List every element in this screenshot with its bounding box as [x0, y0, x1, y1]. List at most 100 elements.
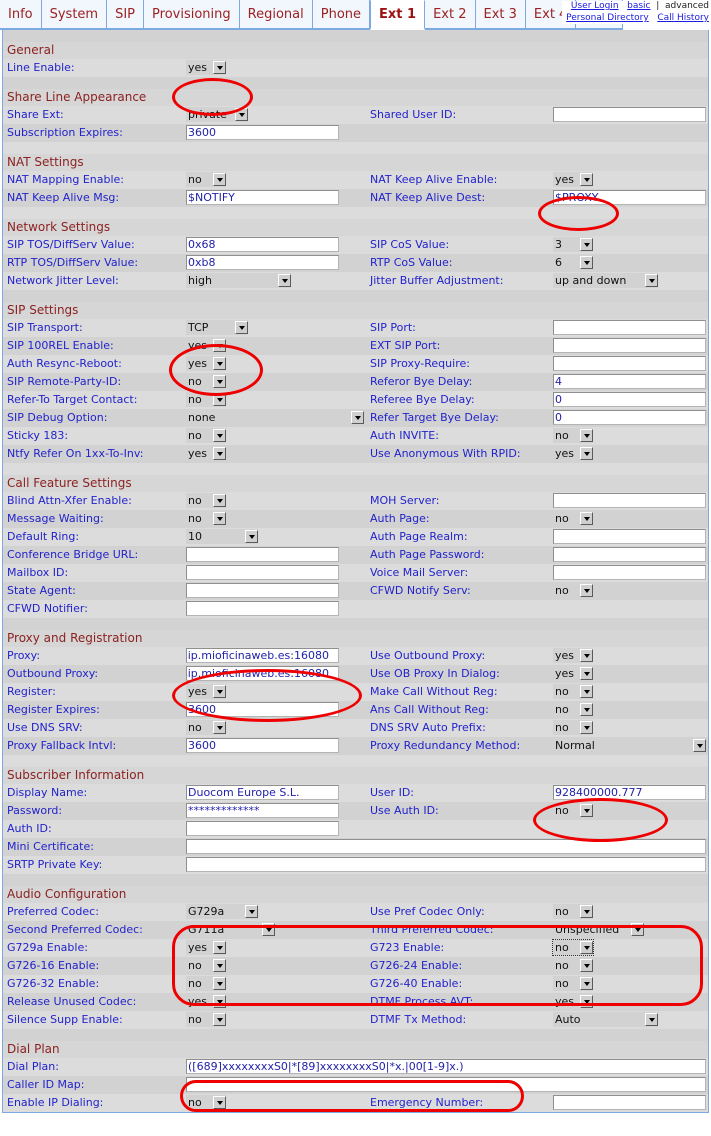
advanced-mode-label[interactable]: advanced	[665, 1, 709, 11]
select-preferred-codec[interactable]: G729a	[186, 904, 258, 919]
call-history-link[interactable]: Call History	[657, 13, 709, 23]
select-nat-keep-alive-enable[interactable]: yes	[553, 172, 593, 187]
select-message-waiting[interactable]: no	[186, 511, 226, 526]
input-conference-bridge-url[interactable]	[186, 547, 339, 562]
select-network-jitter-level[interactable]: high	[186, 273, 291, 288]
select-use-dns-srv[interactable]: no	[186, 720, 226, 735]
select-g726-16-enable[interactable]: no	[186, 958, 226, 973]
tab-sip[interactable]: SIP	[107, 0, 144, 30]
select-share-ext[interactable]: private	[186, 107, 248, 122]
input-proxy[interactable]: sip.mioficinaweb.es:16080	[186, 648, 339, 663]
select-g729a-enable[interactable]: yes	[186, 940, 226, 955]
select-g726-24-enable[interactable]: no	[553, 958, 593, 973]
select-release-unused-codec[interactable]: yes	[186, 994, 226, 1009]
select-third-preferred-codec[interactable]: Unspecified	[553, 922, 644, 937]
select-dtmf-process-avt[interactable]: yes	[553, 994, 593, 1009]
tab-regional[interactable]: Regional	[240, 0, 313, 30]
input-emergency-number[interactable]	[553, 1095, 706, 1110]
tab-ext-2[interactable]: Ext 2	[425, 0, 475, 30]
select-sip-transport[interactable]: TCP	[186, 320, 248, 335]
input-refer-target-bye-delay[interactable]: 0	[553, 410, 706, 425]
input-dial-plan[interactable]: ([689]xxxxxxxxS0|*[89]xxxxxxxxS0|*x.|00[…	[186, 1059, 706, 1074]
select-auth-page[interactable]: no	[553, 511, 593, 526]
input-state-agent[interactable]	[186, 583, 339, 598]
input-sip-port[interactable]	[553, 320, 706, 335]
input-voice-mail-server[interactable]	[553, 565, 706, 580]
select-sticky-183[interactable]: no	[186, 428, 226, 443]
input-auth-page-password[interactable]	[553, 547, 706, 562]
input-subscription-expires[interactable]: 3600	[186, 125, 339, 140]
input-caller-id-map[interactable]	[186, 1077, 706, 1092]
select-g726-32-enable[interactable]: no	[186, 976, 226, 991]
select-sip-debug-option[interactable]: none	[186, 410, 364, 425]
select-enable-ip-dialing[interactable]: no	[186, 1095, 226, 1110]
input-referee-bye-delay[interactable]: 0	[553, 392, 706, 407]
input-referor-bye-delay[interactable]: 4	[553, 374, 706, 389]
select-auth-invite[interactable]: no	[553, 428, 593, 443]
input-register-expires[interactable]: 3600	[186, 702, 339, 717]
select-dtmf-tx-method[interactable]: Auto	[553, 1012, 658, 1027]
select-value: high	[186, 273, 278, 288]
input-rtp-tos[interactable]: 0xb8	[186, 255, 339, 270]
input-auth-page-realm[interactable]	[553, 529, 706, 544]
select-jitter-buffer-adjustment[interactable]: up and down	[553, 273, 658, 288]
input-display-name[interactable]: Duocom Europe S.L.	[186, 785, 339, 800]
personal-directory-link[interactable]: Personal Directory	[566, 13, 649, 23]
select-dns-srv-auto-prefix[interactable]: no	[553, 720, 593, 735]
select-register[interactable]: yes	[186, 684, 226, 699]
input-password[interactable]: *************	[186, 803, 339, 818]
select-default-ring[interactable]: 10	[186, 529, 258, 544]
select-sip-remote-party-id[interactable]: no	[186, 374, 226, 389]
select-g726-40-enable[interactable]: no	[553, 976, 593, 991]
select-nat-mapping-enable[interactable]: no	[186, 172, 226, 187]
label-dtmf-tx-method: DTMF Tx Method:	[370, 1013, 466, 1027]
select-use-pref-codec-only[interactable]: no	[553, 904, 593, 919]
input-outbound-proxy[interactable]: sip.mioficinaweb.es:16080	[186, 666, 339, 681]
input-shared-user-id[interactable]	[553, 107, 706, 122]
chevron-down-icon	[580, 584, 593, 597]
chevron-down-icon	[580, 703, 593, 716]
input-mini-certificate[interactable]	[186, 839, 706, 854]
input-cfwd-notifier[interactable]	[186, 601, 339, 616]
select-sip-cos[interactable]: 3	[553, 237, 593, 252]
input-proxy-fallback-intvl[interactable]: 3600	[186, 738, 339, 753]
select-sip-100rel-enable[interactable]: yes	[186, 338, 226, 353]
input-user-id[interactable]: 928400000.777	[553, 785, 706, 800]
user-login-link[interactable]: User Login	[571, 1, 619, 11]
input-srtp-private-key[interactable]	[186, 857, 706, 872]
select-refer-to-target-contact[interactable]: no	[186, 392, 226, 407]
input-ext-sip-port[interactable]	[553, 338, 706, 353]
input-moh-server[interactable]	[553, 493, 706, 508]
select-rtp-cos[interactable]: 6	[553, 255, 593, 270]
select-line-enable[interactable]: yes	[186, 60, 226, 75]
tab-phone[interactable]: Phone	[313, 0, 370, 30]
basic-mode-link[interactable]: basic	[627, 1, 650, 11]
input-sip-tos[interactable]: 0x68	[186, 237, 339, 252]
input-auth-id[interactable]	[186, 821, 339, 836]
spacer-8	[3, 874, 708, 886]
select-use-outbound-proxy[interactable]: yes	[553, 648, 593, 663]
tab-system[interactable]: System	[42, 0, 107, 30]
tab-info[interactable]: Info	[0, 0, 42, 30]
select-blind-attn-xfer-enable[interactable]: no	[186, 493, 226, 508]
input-sip-proxy-require[interactable]	[553, 356, 706, 371]
select-silence-supp-enable[interactable]: no	[186, 1012, 226, 1027]
tab-ext-1[interactable]: Ext 1	[370, 0, 425, 30]
tab-ext-3[interactable]: Ext 3	[476, 0, 526, 30]
select-g723-enable[interactable]: no	[553, 940, 593, 955]
select-make-call-without-reg[interactable]: no	[553, 684, 593, 699]
input-nat-keep-alive-dest[interactable]: $PROXY	[553, 190, 706, 205]
chevron-down-icon	[580, 512, 593, 525]
select-proxy-redundancy-method[interactable]: Normal	[553, 738, 706, 753]
select-use-anonymous-with-rpid[interactable]: yes	[553, 446, 593, 461]
select-use-ob-proxy-in-dialog[interactable]: yes	[553, 666, 593, 681]
tab-provisioning[interactable]: Provisioning	[144, 0, 240, 30]
select-cfwd-notify-serv[interactable]: no	[553, 583, 593, 598]
input-nat-keep-alive-msg[interactable]: $NOTIFY	[186, 190, 339, 205]
select-ntfy-refer-on-1xx[interactable]: yes	[186, 446, 226, 461]
input-mailbox-id[interactable]	[186, 565, 339, 580]
select-second-preferred-codec[interactable]: G711a	[186, 922, 275, 937]
select-use-auth-id[interactable]: no	[553, 803, 593, 818]
select-ans-call-without-reg[interactable]: no	[553, 702, 593, 717]
select-auth-resync-reboot[interactable]: yes	[186, 356, 226, 371]
